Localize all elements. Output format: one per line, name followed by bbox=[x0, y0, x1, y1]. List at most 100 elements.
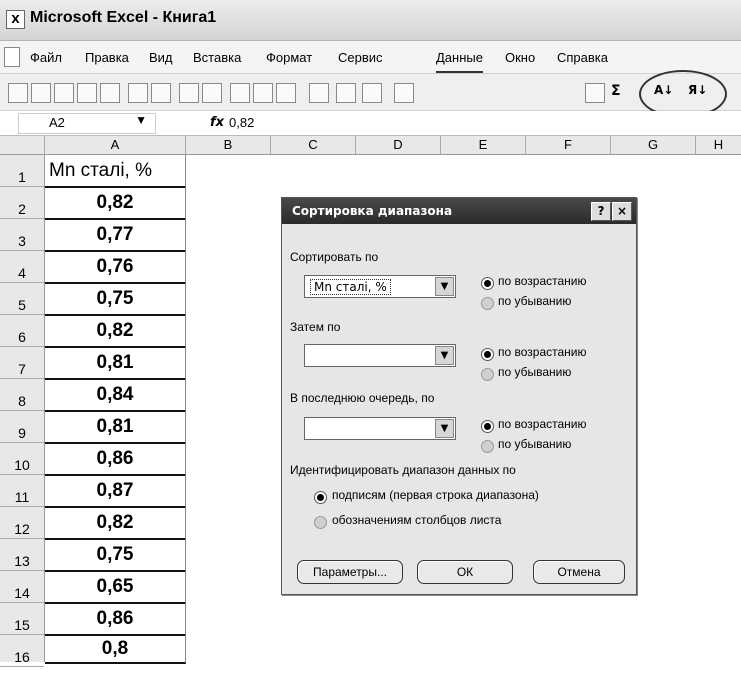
last-by-select[interactable]: ▼ bbox=[304, 417, 456, 440]
autosum-icon[interactable]: Σ bbox=[611, 83, 621, 99]
menu-view[interactable]: Вид bbox=[149, 50, 173, 65]
formula-input[interactable]: 0,82 bbox=[229, 115, 254, 130]
insert-function-icon[interactable]: fx bbox=[210, 115, 224, 130]
table-cell[interactable]: 0,76 bbox=[45, 251, 186, 284]
row-header[interactable]: 7 bbox=[0, 347, 44, 379]
paste-icon[interactable] bbox=[276, 83, 296, 103]
ok-button[interactable]: ОК bbox=[417, 560, 513, 584]
then-by-asc-radio[interactable] bbox=[481, 348, 494, 361]
format-painter-icon[interactable] bbox=[309, 83, 329, 103]
cell-header[interactable]: Mn сталі, % bbox=[45, 155, 186, 188]
column-header-c[interactable]: C bbox=[271, 136, 356, 154]
column-header-e[interactable]: E bbox=[441, 136, 526, 154]
chevron-down-icon[interactable]: ▼ bbox=[435, 277, 454, 296]
table-cell[interactable]: 0,75 bbox=[45, 283, 186, 316]
chevron-down-icon[interactable]: ▼ bbox=[435, 419, 454, 438]
row-header[interactable]: 2 bbox=[0, 187, 44, 219]
row-header[interactable]: 13 bbox=[0, 539, 44, 571]
hyperlink-insert-icon[interactable] bbox=[585, 83, 605, 103]
menu-format[interactable]: Формат bbox=[266, 50, 312, 65]
last-by-asc-radio[interactable] bbox=[481, 420, 494, 433]
chevron-down-icon[interactable]: ▼ bbox=[435, 346, 454, 365]
select-all-corner[interactable] bbox=[0, 136, 45, 154]
row-header[interactable]: 14 bbox=[0, 571, 44, 603]
then-by-desc-radio[interactable] bbox=[481, 368, 494, 381]
sort-by-select[interactable]: Mn сталі, % ▼ bbox=[304, 275, 456, 298]
last-by-desc-radio[interactable] bbox=[481, 440, 494, 453]
help-button[interactable]: ? bbox=[591, 202, 611, 221]
table-cell[interactable]: 0,86 bbox=[45, 443, 186, 476]
table-cell[interactable]: 0,82 bbox=[45, 507, 186, 540]
sort-by-desc-radio[interactable] bbox=[481, 297, 494, 310]
email-icon[interactable] bbox=[100, 83, 120, 103]
menu-edit[interactable]: Правка bbox=[85, 50, 129, 65]
row-header[interactable]: 8 bbox=[0, 379, 44, 411]
spelling-icon[interactable] bbox=[179, 83, 199, 103]
menu-window[interactable]: Окно bbox=[505, 50, 535, 65]
chevron-down-icon[interactable]: ▼ bbox=[135, 113, 147, 127]
table-cell[interactable]: 0,82 bbox=[45, 315, 186, 348]
menu-file[interactable]: Файл bbox=[30, 50, 62, 65]
table-cell[interactable]: 0,8 bbox=[45, 635, 186, 664]
document-icon[interactable] bbox=[4, 47, 20, 67]
row-header[interactable]: 3 bbox=[0, 219, 44, 251]
sort-by-asc-radio[interactable] bbox=[481, 277, 494, 290]
row-header[interactable]: 6 bbox=[0, 315, 44, 347]
cut-icon[interactable] bbox=[230, 83, 250, 103]
then-by-select[interactable]: ▼ bbox=[304, 344, 456, 367]
row-header[interactable]: 10 bbox=[0, 443, 44, 475]
menu-insert[interactable]: Вставка bbox=[193, 50, 241, 65]
undo-icon[interactable] bbox=[362, 83, 382, 103]
title-bar: X Microsoft Excel - Книга1 bbox=[0, 0, 741, 41]
hyperlink-icon[interactable] bbox=[336, 83, 356, 103]
table-cell[interactable]: 0,86 bbox=[45, 603, 186, 636]
permission-icon[interactable] bbox=[77, 83, 97, 103]
redo-icon[interactable] bbox=[394, 83, 414, 103]
dialog-title-bar[interactable]: Сортировка диапазона ? × bbox=[282, 198, 636, 224]
row-header[interactable]: 9 bbox=[0, 411, 44, 443]
menu-tools[interactable]: Сервис bbox=[338, 50, 383, 65]
new-icon[interactable] bbox=[8, 83, 28, 103]
column-header-b[interactable]: B bbox=[186, 136, 271, 154]
cancel-button[interactable]: Отмена bbox=[533, 560, 625, 584]
row-header[interactable]: 1 bbox=[0, 155, 44, 187]
sort-by-value: Mn сталі, % bbox=[310, 279, 391, 295]
close-button[interactable]: × bbox=[612, 202, 632, 221]
print-preview-icon[interactable] bbox=[151, 83, 171, 103]
table-cell[interactable]: 0,84 bbox=[45, 379, 186, 412]
table-cell[interactable]: 0,87 bbox=[45, 475, 186, 508]
column-header-g[interactable]: G bbox=[611, 136, 696, 154]
table-cell[interactable]: 0,65 bbox=[45, 571, 186, 604]
excel-icon[interactable]: X bbox=[6, 10, 25, 29]
table-cell[interactable]: 0,75 bbox=[45, 539, 186, 572]
name-box[interactable]: A2 ▼ bbox=[18, 113, 156, 134]
menu-help[interactable]: Справка bbox=[557, 50, 608, 65]
table-cell[interactable]: 0,82 bbox=[45, 187, 186, 220]
save-icon[interactable] bbox=[54, 83, 74, 103]
print-icon[interactable] bbox=[128, 83, 148, 103]
identify-by-column-names-label: обозначениям столбцов листа bbox=[332, 513, 502, 527]
menu-data[interactable]: Данные bbox=[436, 50, 483, 73]
row-header[interactable]: 5 bbox=[0, 283, 44, 315]
identify-by-column-names-radio[interactable] bbox=[314, 516, 327, 529]
menu-bar: Файл Правка Вид Вставка Формат Сервис Да… bbox=[0, 41, 741, 74]
options-button[interactable]: Параметры... bbox=[297, 560, 403, 584]
identify-by-labels-radio[interactable] bbox=[314, 491, 327, 504]
row-header[interactable]: 12 bbox=[0, 507, 44, 539]
name-box-value: A2 bbox=[49, 115, 65, 130]
research-icon[interactable] bbox=[202, 83, 222, 103]
copy-icon[interactable] bbox=[253, 83, 273, 103]
column-header-f[interactable]: F bbox=[526, 136, 611, 154]
column-header-d[interactable]: D bbox=[356, 136, 441, 154]
row-header[interactable]: 16 bbox=[0, 635, 44, 667]
row-header[interactable]: 15 bbox=[0, 603, 44, 635]
table-cell[interactable]: 0,81 bbox=[45, 411, 186, 444]
open-icon[interactable] bbox=[31, 83, 51, 103]
table-cell[interactable]: 0,77 bbox=[45, 219, 186, 252]
column-header-a[interactable]: A bbox=[45, 136, 186, 154]
last-by-desc-label: по убыванию bbox=[498, 437, 572, 451]
column-header-h[interactable]: H bbox=[696, 136, 741, 154]
table-cell[interactable]: 0,81 bbox=[45, 347, 186, 380]
row-header[interactable]: 11 bbox=[0, 475, 44, 507]
row-header[interactable]: 4 bbox=[0, 251, 44, 283]
